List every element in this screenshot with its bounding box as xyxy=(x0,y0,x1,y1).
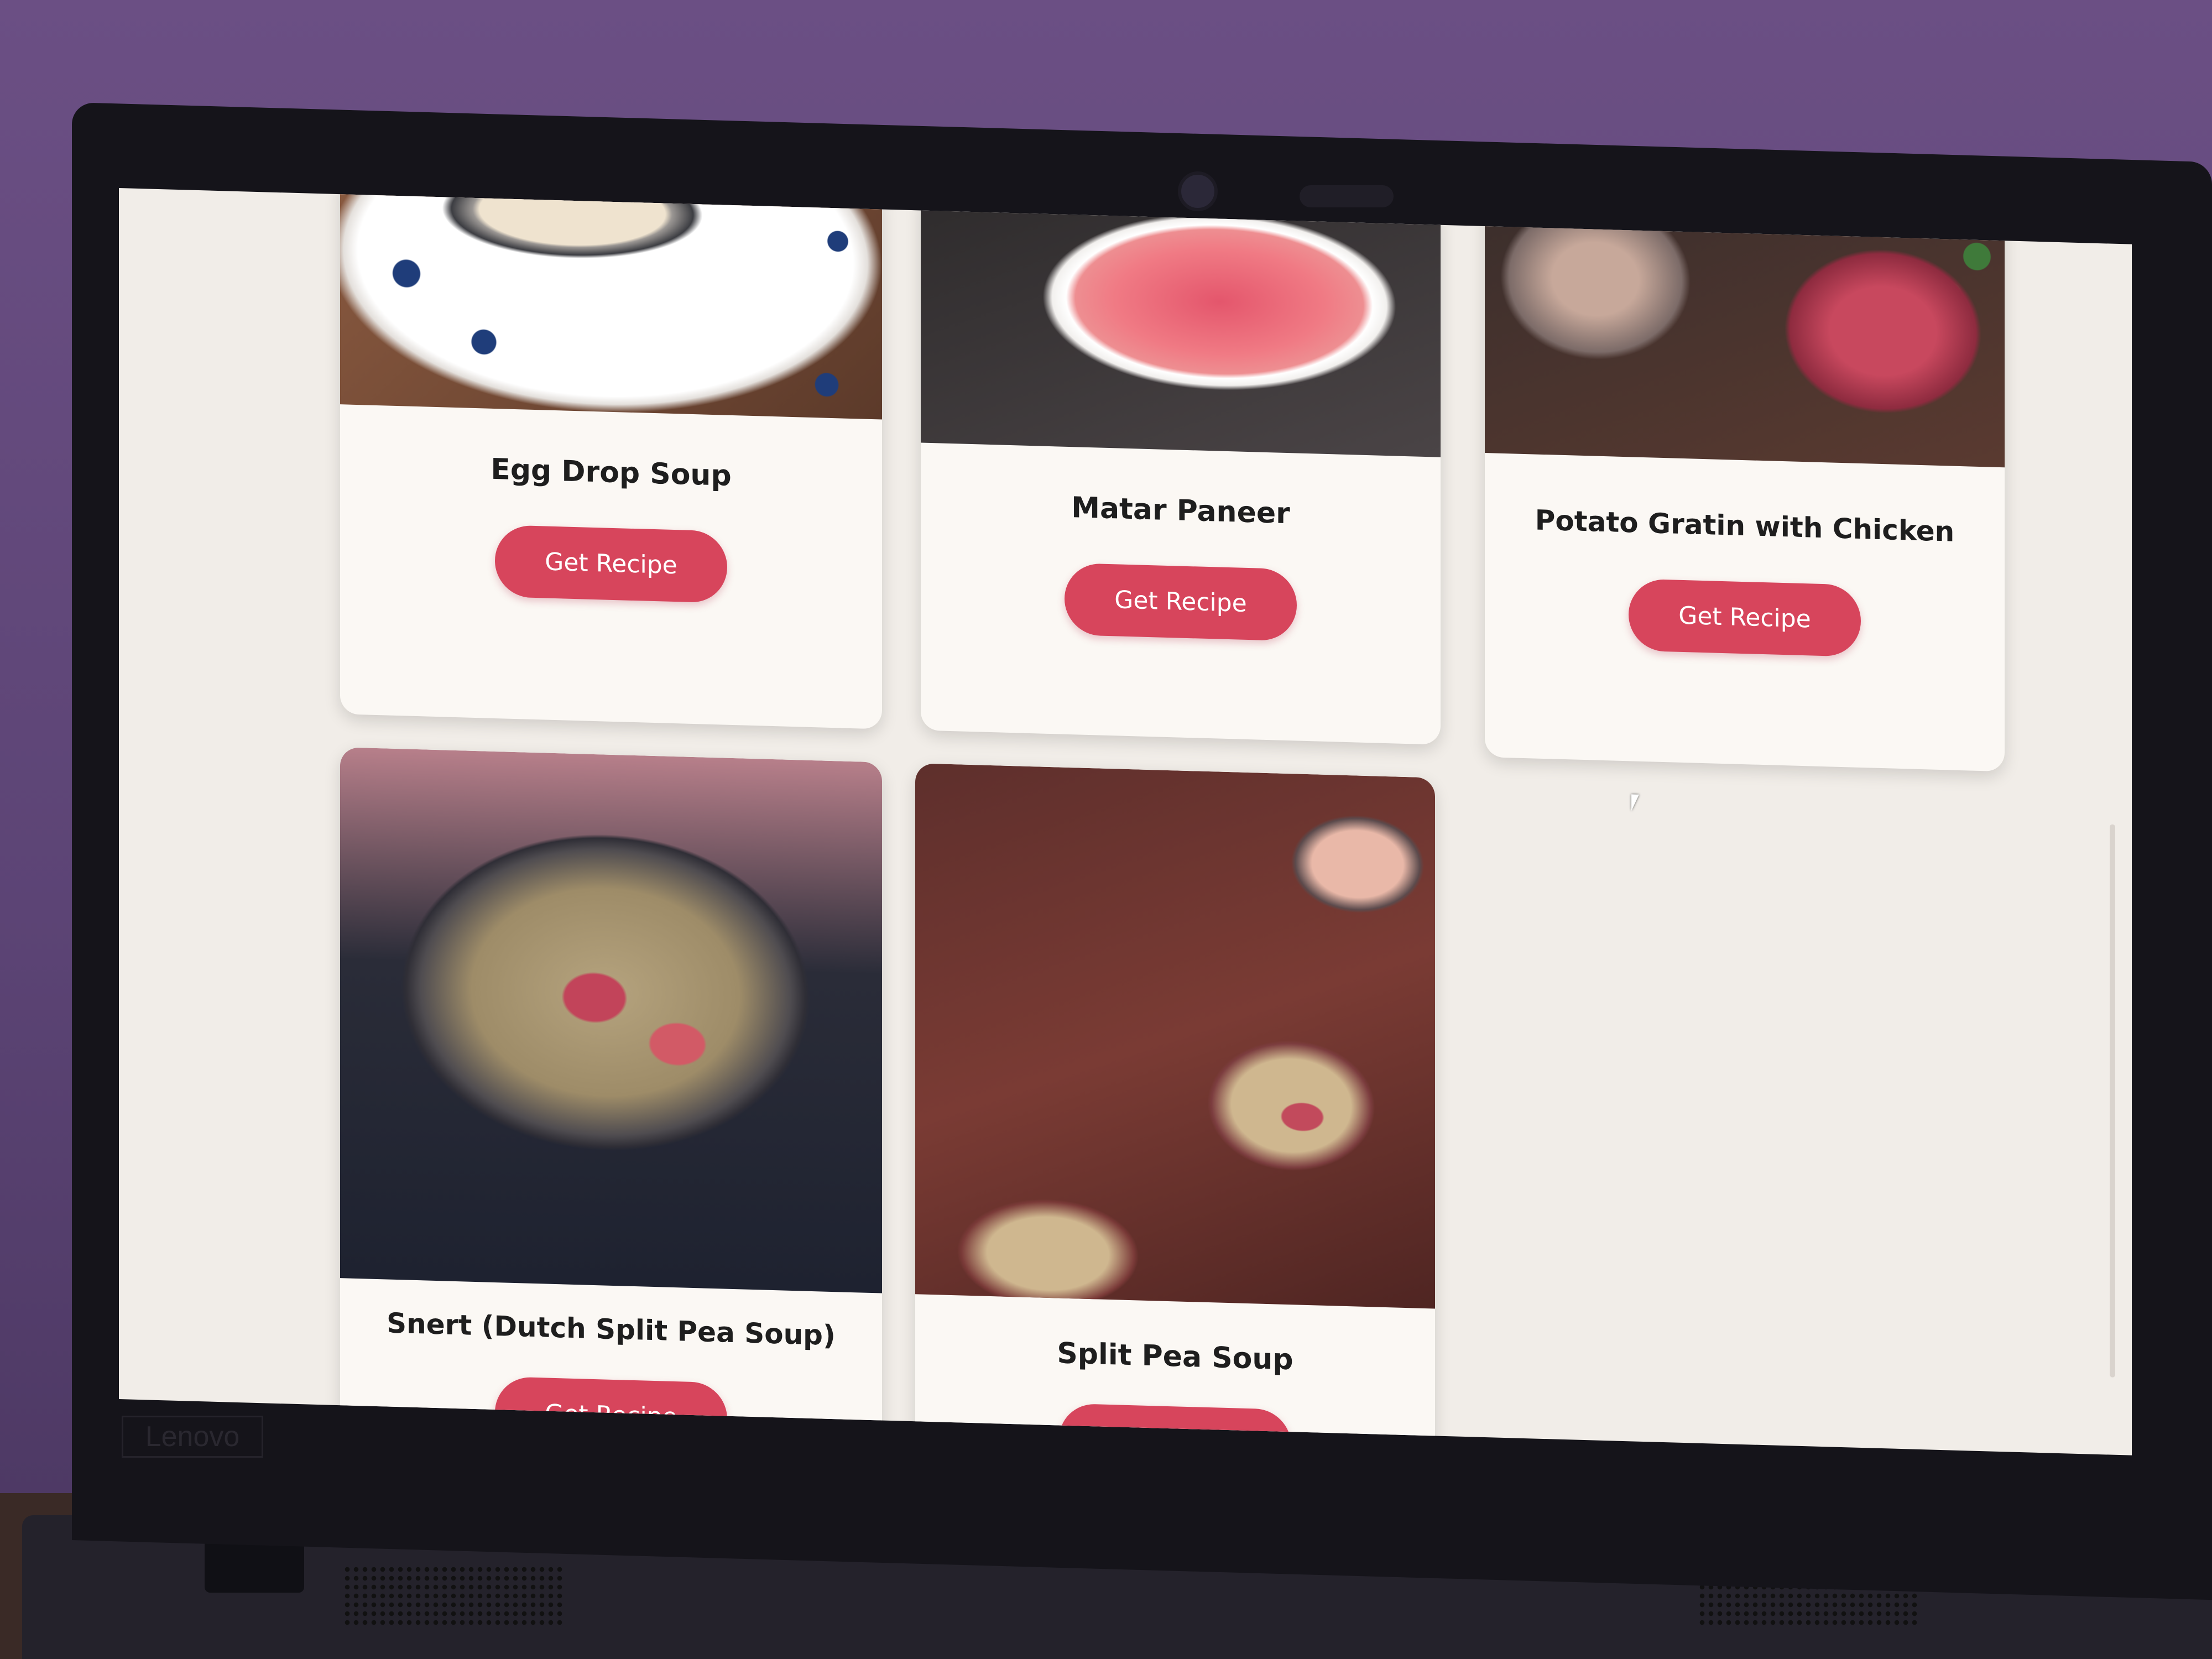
recipe-card: Snert (Dutch Split Pea Soup) Get Recipe xyxy=(340,747,882,1455)
recipe-card: Egg Drop Soup Get Recipe xyxy=(340,188,882,729)
recipe-title: Egg Drop Soup xyxy=(491,452,732,493)
recipe-image[interactable] xyxy=(340,188,882,420)
recipe-image[interactable] xyxy=(340,747,882,1293)
recipe-card: Potato Gratin with Chicken Get Recipe xyxy=(1485,192,2005,772)
recipe-title: Matar Paneer xyxy=(1071,491,1290,531)
speaker-grille-left xyxy=(343,1565,564,1626)
mouse-pointer-icon xyxy=(1631,794,1639,811)
webcam-shutter xyxy=(1300,185,1394,207)
recipe-image[interactable] xyxy=(915,763,1435,1309)
browser-viewport[interactable]: Egg Drop Soup Get Recipe Matar Paneer Ge… xyxy=(119,188,2132,1455)
brand-logo: Lenovo xyxy=(122,1416,263,1458)
scrollbar[interactable] xyxy=(2110,824,2115,1378)
photo-scene: Lenovo Egg Drop Soup Get Recipe Matar Pa… xyxy=(0,0,2212,1659)
get-recipe-button[interactable]: Get Recipe xyxy=(1629,578,1861,657)
recipe-title: Split Pea Soup xyxy=(1057,1337,1293,1377)
get-recipe-button[interactable]: Get Recipe xyxy=(1065,562,1297,641)
recipe-card: Matar Paneer Get Recipe xyxy=(921,188,1441,745)
get-recipe-button[interactable]: Get Recipe xyxy=(495,524,727,603)
webcam-icon xyxy=(1178,171,1218,211)
recipe-title: Potato Gratin with Chicken xyxy=(1535,504,1955,548)
recipe-image[interactable] xyxy=(921,188,1441,457)
recipe-card: Split Pea Soup Get Recipe xyxy=(915,763,1435,1455)
recipe-title: Snert (Dutch Split Pea Soup) xyxy=(387,1307,836,1352)
